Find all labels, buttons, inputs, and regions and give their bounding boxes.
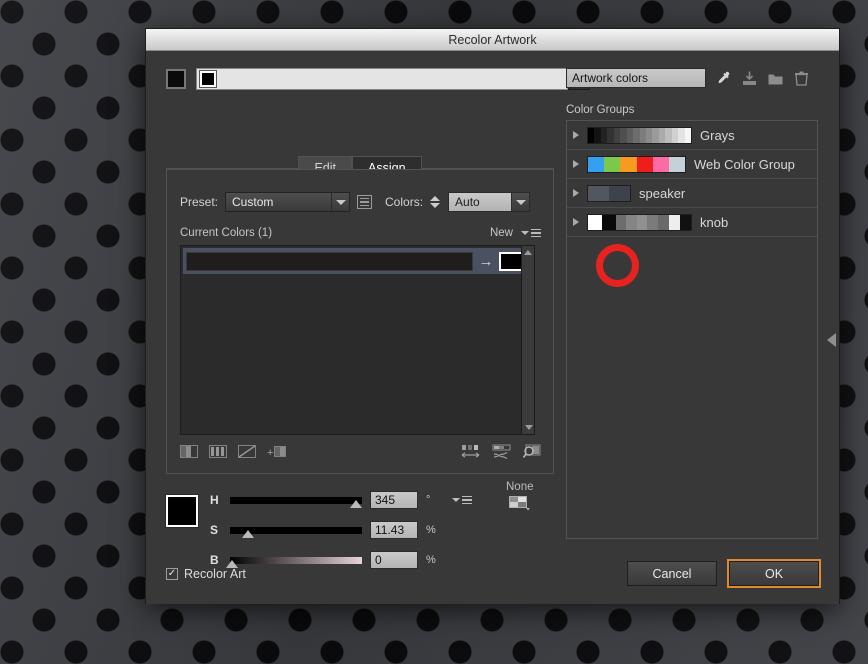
expand-triangle-icon[interactable] — [573, 160, 579, 168]
arrow-right-icon[interactable]: → — [473, 251, 499, 271]
colors-value: Auto — [455, 195, 480, 209]
hue-unit: ° — [426, 494, 431, 506]
colors-label: Colors: — [385, 195, 424, 209]
dialog-title: Recolor Artwork — [448, 32, 537, 47]
randomize-order-icon[interactable] — [461, 444, 481, 459]
color-group-row-speaker[interactable]: speaker — [567, 179, 817, 208]
dialog-footer: ✓ Recolor Art Cancel OK — [166, 561, 819, 586]
hue-label: H — [210, 493, 219, 507]
merge-colors-icon[interactable] — [180, 444, 198, 458]
cancel-button[interactable]: Cancel — [627, 561, 717, 586]
separate-colors-icon[interactable] — [209, 444, 227, 458]
colors-stepper[interactable] — [430, 192, 441, 212]
color-group-name: knob — [700, 214, 729, 230]
current-colors-title: Current Colors (1) — [180, 227, 273, 239]
artwork-colors-row: Artwork colors — [566, 68, 818, 88]
chevron-down-icon — [515, 199, 526, 205]
saturation-label: S — [210, 523, 219, 537]
dialog-body: Edit Assign Preset: Custom Colors: Auto … — [146, 51, 839, 604]
svg-text:+: + — [267, 447, 273, 458]
group-swatches-knob[interactable] — [587, 213, 692, 231]
stepper-down-icon — [430, 203, 441, 208]
add-color-icon[interactable]: + — [267, 445, 287, 458]
current-color-bar[interactable] — [186, 251, 473, 271]
assign-panel: Preset: Custom Colors: Auto Current Colo… — [166, 169, 554, 474]
hue-track-bar — [230, 496, 362, 504]
recolor-art-checkbox-row[interactable]: ✓ Recolor Art — [166, 567, 246, 581]
expand-triangle-icon[interactable] — [573, 189, 579, 197]
color-harmony-icon[interactable] — [508, 496, 531, 511]
preset-label: Preset: — [180, 195, 219, 209]
current-colors-header: Current Colors (1) New — [180, 227, 541, 239]
stepper-up-icon — [430, 196, 441, 201]
chevron-down-icon — [335, 199, 346, 205]
delete-color-group-icon[interactable] — [793, 70, 810, 87]
collapse-panel-arrow-icon[interactable] — [827, 333, 836, 347]
new-color-group-icon[interactable] — [767, 70, 784, 87]
hue-slider-thumb[interactable] — [350, 499, 362, 508]
colors-dropdown-arrow — [511, 193, 530, 211]
current-color-swatch-button[interactable] — [166, 69, 186, 89]
colors-count-dropdown[interactable]: Auto — [448, 192, 531, 212]
color-groups-panel: Artwork colors Color Groups Grays Web Co… — [566, 68, 818, 539]
color-group-swatch[interactable] — [199, 70, 217, 88]
hue-value-field[interactable]: 345 — [370, 491, 418, 509]
group-swatches-web[interactable] — [587, 155, 686, 173]
color-group-name: Web Color Group — [694, 156, 795, 172]
selected-color-preview-swatch[interactable] — [165, 494, 199, 528]
color-group-row-web[interactable]: Web Color Group — [567, 150, 817, 179]
expand-triangle-icon[interactable] — [573, 218, 579, 226]
recolor-art-label: Recolor Art — [184, 566, 246, 581]
color-row[interactable]: → — [183, 248, 532, 274]
expand-triangle-icon[interactable] — [573, 131, 579, 139]
preset-value: Custom — [232, 195, 274, 209]
group-swatches-speaker[interactable] — [587, 184, 631, 202]
preset-controls-row: Preset: Custom Colors: Auto — [180, 192, 531, 212]
color-reduction-icon[interactable] — [523, 444, 541, 459]
color-group-name: Grays — [700, 127, 735, 143]
saturation-slider-row: S 11.43 % — [166, 521, 556, 539]
list-icon[interactable] — [357, 195, 373, 209]
saturation-value-field[interactable]: 11.43 — [370, 521, 418, 539]
assign-toolbar: + — [180, 440, 541, 462]
color-group-field[interactable] — [196, 68, 590, 90]
color-list-scrollbar[interactable] — [521, 246, 534, 434]
saturation-unit: % — [426, 524, 436, 536]
current-colors-list[interactable]: → — [180, 245, 535, 435]
preset-dropdown-arrow — [331, 193, 349, 211]
panel-menu-icon[interactable] — [521, 228, 541, 238]
hue-slider-row: H 345 ° — [166, 491, 556, 509]
new-column-label: New — [489, 227, 513, 239]
saturation-slider-thumb[interactable] — [242, 529, 254, 538]
recolor-artwork-dialog: Recolor Artwork Edit Assign Preset: Cust… — [145, 28, 840, 604]
scroll-up-button[interactable] — [522, 246, 534, 259]
group-swatches-grays[interactable] — [587, 126, 692, 144]
harmony-rule-label: None — [506, 481, 534, 493]
hue-slider-track[interactable] — [230, 496, 362, 508]
scroll-down-button[interactable] — [524, 425, 533, 430]
exclude-color-icon[interactable] — [238, 444, 256, 458]
active-colors-row — [166, 68, 590, 90]
eyedropper-icon[interactable] — [715, 70, 732, 87]
slider-menu-icon[interactable] — [452, 495, 472, 505]
color-groups-label: Color Groups — [566, 104, 635, 116]
color-group-row-knob[interactable]: knob — [567, 208, 817, 237]
color-group-row-grays[interactable]: Grays — [567, 121, 817, 150]
artwork-colors-field[interactable]: Artwork colors — [566, 68, 706, 88]
color-groups-list[interactable]: Grays Web Color Group speaker knob — [566, 120, 818, 539]
saturation-slider-track[interactable] — [230, 526, 362, 538]
randomize-brightness-icon[interactable] — [492, 444, 512, 459]
recolor-art-checkbox[interactable]: ✓ — [166, 567, 178, 580]
harmony-rule-box: None — [506, 481, 534, 514]
save-color-group-icon[interactable] — [741, 70, 758, 87]
color-group-name: speaker — [639, 185, 686, 201]
ok-button[interactable]: OK — [729, 561, 819, 586]
dialog-titlebar: Recolor Artwork — [146, 29, 839, 51]
preset-dropdown[interactable]: Custom — [225, 192, 351, 212]
